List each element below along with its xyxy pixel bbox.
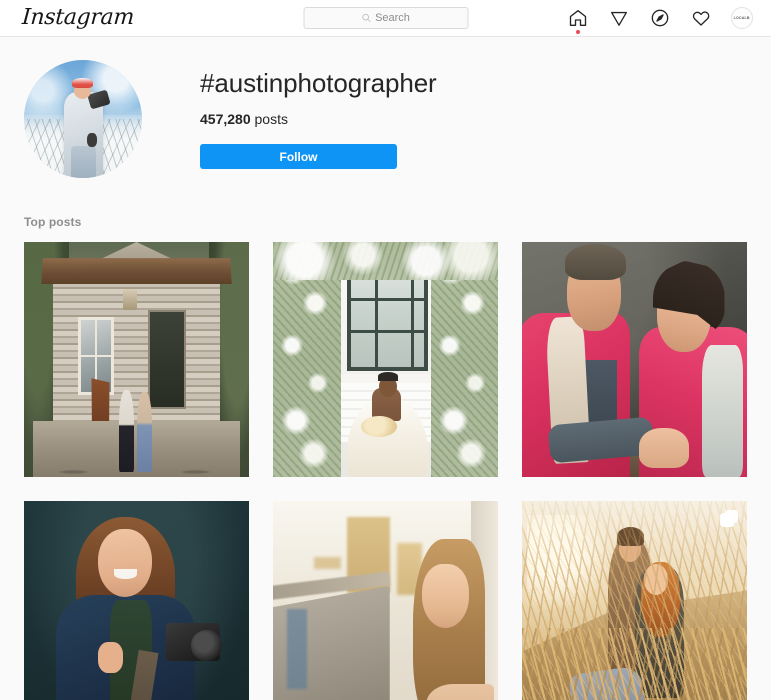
profile-avatar[interactable]: LOCALB [731, 7, 753, 29]
photo-lamp [123, 289, 137, 311]
top-posts-label: Top posts [24, 215, 82, 229]
search-container: Search [303, 7, 468, 29]
avatar-figure-legs [71, 146, 96, 178]
photo-scarf [702, 345, 743, 477]
post-count-label: posts [254, 110, 288, 127]
nav-icon-group: LOCALB [567, 7, 753, 34]
follow-button[interactable]: Follow [200, 144, 397, 170]
compass-icon[interactable] [649, 7, 671, 29]
photo-headpiece [377, 372, 398, 381]
avatar-figure-glove [86, 133, 98, 148]
post-image [273, 501, 498, 700]
photo-roof [41, 258, 232, 285]
post-image [273, 242, 498, 477]
top-navigation-bar: Instagram Search LOCALB [0, 0, 771, 37]
photo-hand [98, 642, 123, 673]
photo-foreground-grass [522, 627, 747, 700]
notification-dot [576, 30, 580, 34]
photo-door [147, 310, 186, 409]
photo-panel [286, 609, 307, 689]
post-tile[interactable] [273, 501, 498, 700]
heart-icon[interactable] [690, 7, 712, 29]
instagram-wordmark: Instagram [21, 5, 135, 30]
post-image [522, 242, 747, 477]
avatar-figure-hat [71, 78, 94, 89]
page-content: #austinphotographer 457,280 posts Follow… [0, 37, 771, 700]
paper-plane-icon[interactable] [608, 7, 630, 29]
post-tile[interactable] [522, 242, 747, 477]
instagram-logo[interactable]: Instagram [21, 5, 135, 30]
hashtag-header: #austinphotographer 457,280 posts Follow [24, 37, 747, 178]
photo-person [136, 392, 153, 473]
photo-step-detail [179, 469, 212, 474]
post-tile[interactable] [24, 501, 249, 700]
post-image [24, 242, 249, 477]
hashtag-meta: #austinphotographer 457,280 posts Follow [142, 60, 437, 170]
photo-antenna [313, 557, 341, 570]
photo-floral-arch-top [273, 242, 498, 280]
photo-smile [114, 569, 137, 579]
profile-avatar-label: LOCALB [733, 15, 751, 21]
post-count: 457,280 posts [200, 111, 437, 128]
photo-person [118, 390, 135, 473]
photo-camera-lens [190, 630, 222, 661]
post-count-number: 457,280 [200, 110, 251, 127]
post-image [522, 501, 747, 700]
home-icon[interactable] [567, 7, 589, 34]
page-title: #austinphotographer [200, 68, 437, 98]
post-tile[interactable] [24, 242, 249, 477]
photo-hand [639, 427, 689, 468]
hashtag-avatar[interactable] [24, 60, 142, 178]
search-input[interactable]: Search [303, 7, 468, 29]
post-tile[interactable] [522, 501, 747, 700]
posts-grid [24, 242, 747, 700]
post-tile[interactable] [273, 242, 498, 477]
search-icon [361, 13, 371, 23]
search-placeholder: Search [375, 11, 410, 24]
photo-hair [564, 244, 626, 280]
post-image [24, 501, 249, 700]
photo-person-head [421, 564, 469, 628]
photo-step-detail [57, 469, 89, 474]
photo-bouquet [360, 415, 397, 438]
